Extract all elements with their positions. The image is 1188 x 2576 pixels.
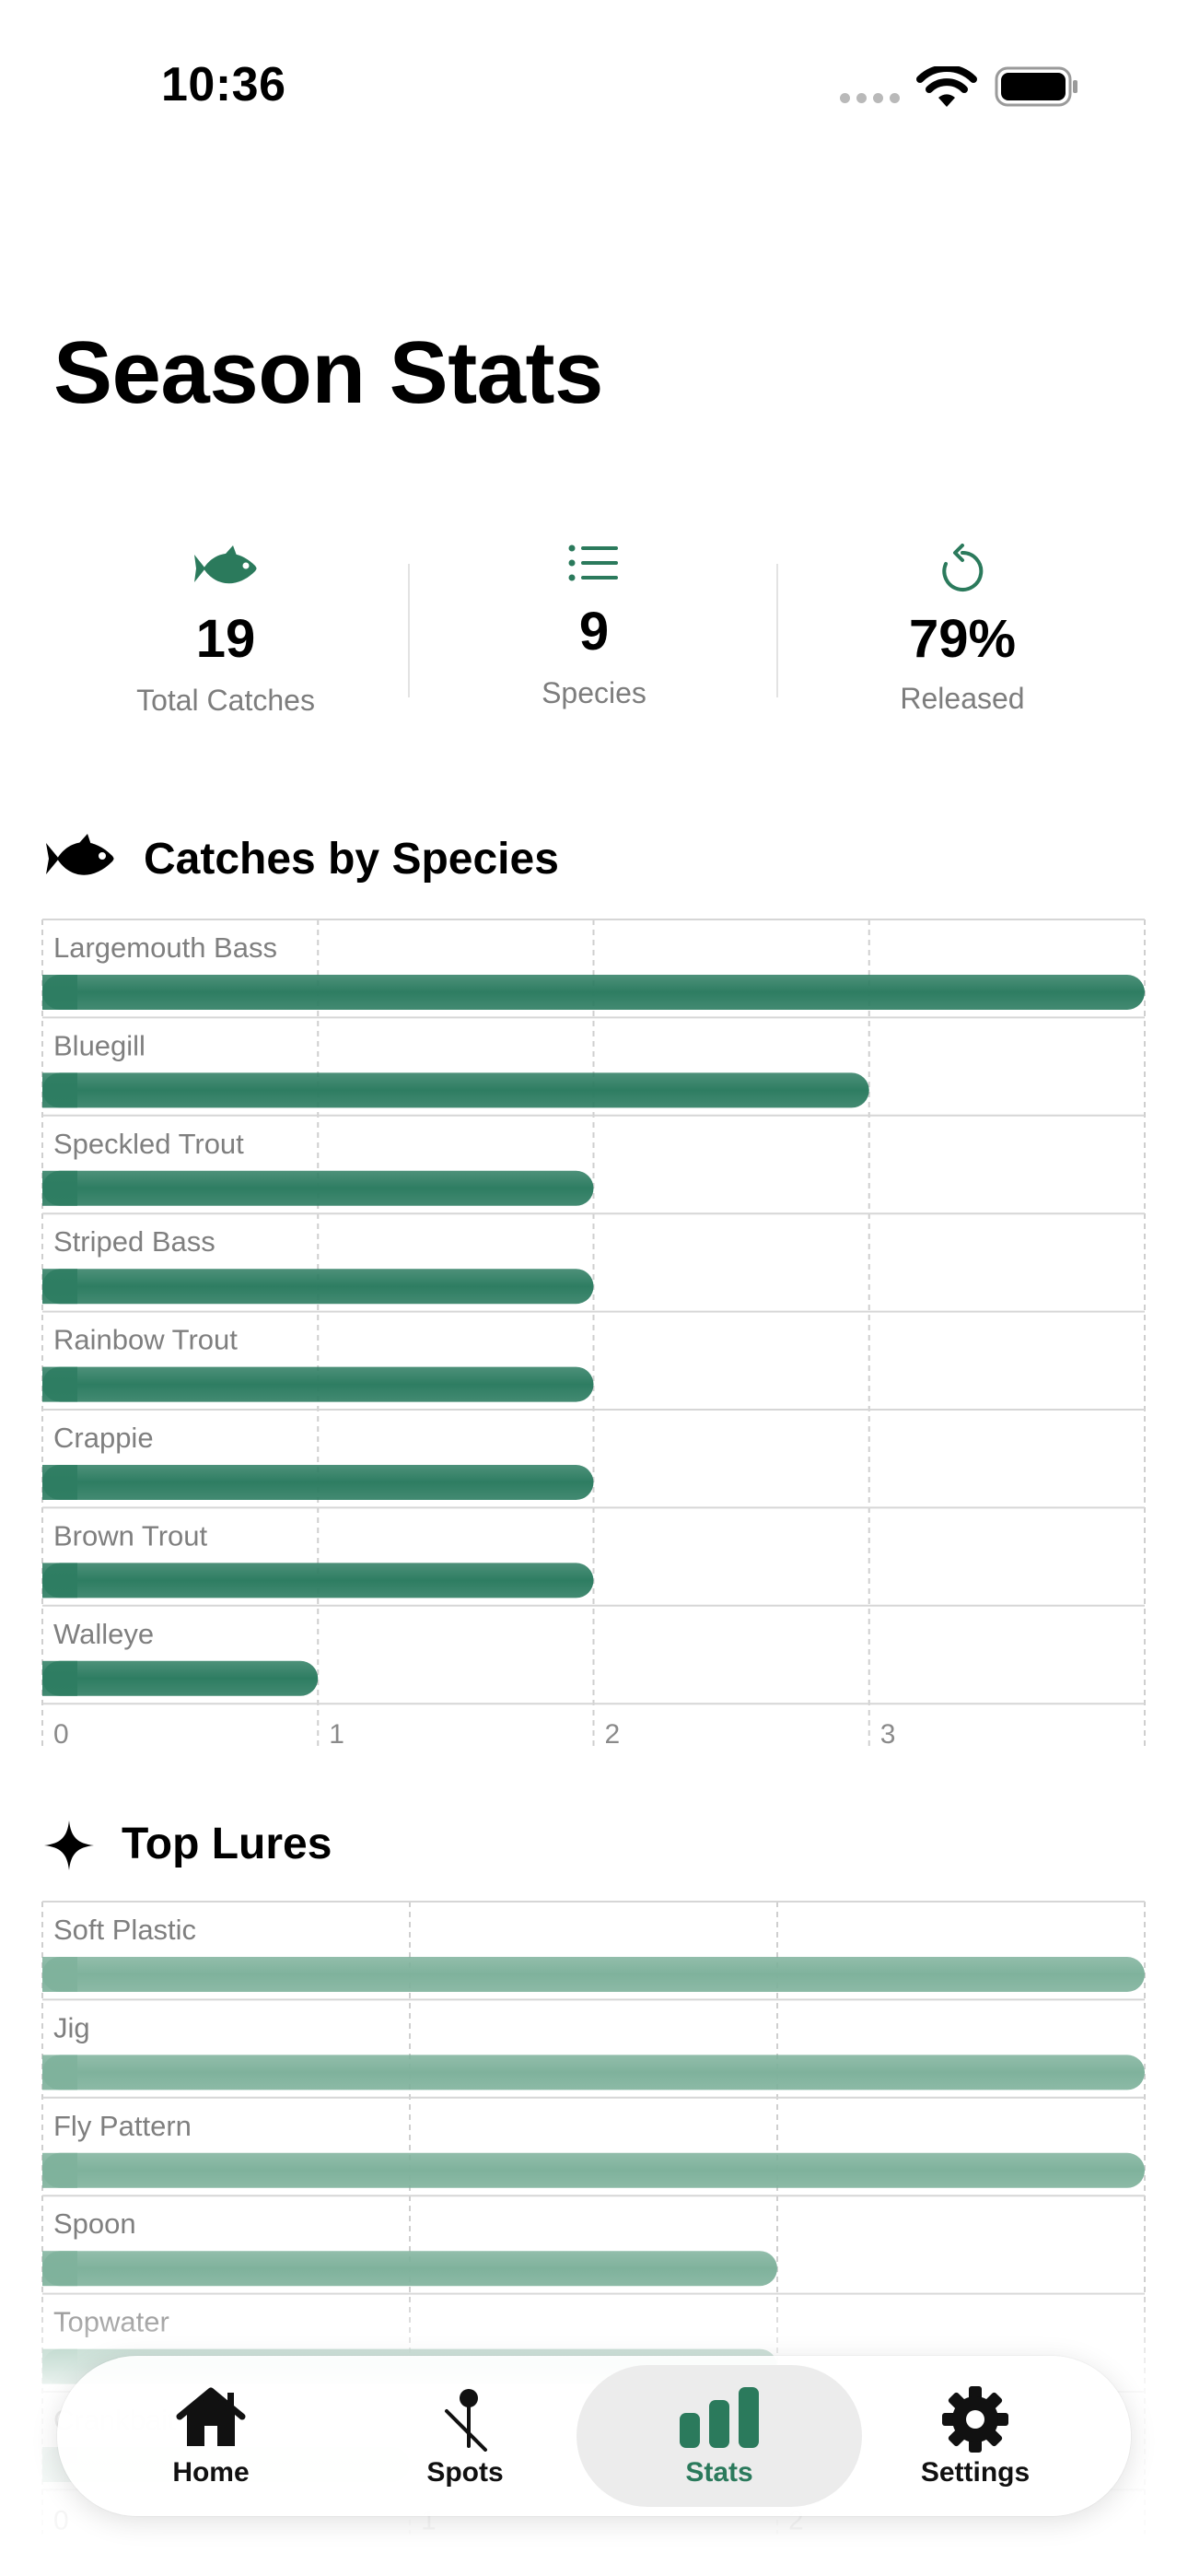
category-label: Fly Pattern: [53, 2110, 192, 2142]
category-label: Crappie: [53, 1422, 154, 1454]
stat-value: 79%: [908, 609, 1017, 669]
chart-bar-icon: [680, 2387, 759, 2448]
fish-icon: [194, 545, 257, 584]
bar: [42, 2251, 777, 2287]
bar-edge: [42, 2251, 77, 2287]
stat-total-catches: 19 Total Catches: [41, 534, 410, 737]
bar-edge: [42, 1269, 77, 1305]
tab-label: Spots: [426, 2457, 504, 2488]
page-title: Season Stats: [53, 323, 603, 422]
tab-home[interactable]: Home: [68, 2365, 354, 2507]
fish-icon: [46, 834, 114, 875]
stat-species: 9 Species: [410, 534, 778, 737]
category-label: Bluegill: [53, 1029, 146, 1061]
bar: [42, 1563, 594, 1598]
bar-edge: [42, 975, 77, 1010]
category-label: Striped Bass: [53, 1225, 215, 1258]
bar: [42, 1072, 869, 1108]
bar-edge: [42, 1170, 77, 1206]
tab-settings[interactable]: Settings: [833, 2365, 1118, 2507]
stat-released: 79% Released: [778, 534, 1147, 737]
bar-edge: [42, 2152, 77, 2188]
species-chart-svg: Largemouth Bass Bluegill Speckled Trout Str…: [41, 919, 1146, 1750]
bar-edge: [42, 1957, 77, 1992]
pin-icon: [445, 2389, 487, 2452]
signal-dots-icon: [840, 93, 900, 103]
x-tick-label: 1: [329, 1719, 344, 1750]
species-chart: Largemouth Bass Bluegill Speckled Trout Str…: [41, 919, 1146, 1750]
x-tick-label: 3: [880, 1719, 896, 1750]
category-label: Jig: [53, 2011, 90, 2043]
stat-label: Total Catches: [136, 684, 315, 717]
list-icon: [568, 544, 618, 581]
stat-value: 9: [578, 602, 610, 662]
bar: [42, 1269, 594, 1305]
section-title: Catches by Species: [144, 835, 559, 884]
category-label: Soft Plastic: [53, 1914, 196, 1946]
x-tick-label: 0: [53, 1719, 69, 1750]
tab-label: Stats: [685, 2457, 753, 2488]
house-icon: [176, 2387, 246, 2446]
section-title: Top Lures: [122, 1820, 332, 1868]
category-label: Walleye: [53, 1618, 154, 1650]
category-label: Speckled Trout: [53, 1128, 244, 1160]
bar: [42, 1170, 594, 1206]
battery-icon: [995, 66, 1077, 107]
tab-bar: Home Spots Stats Settings: [57, 2356, 1131, 2516]
bar: [42, 1660, 319, 1696]
sparkle-icon: [44, 1821, 94, 1870]
bar: [42, 1957, 1145, 1992]
bar: [42, 2055, 1145, 2090]
tab-label: Settings: [920, 2457, 1031, 2488]
wifi-icon: [916, 66, 977, 107]
bar-edge: [42, 1072, 77, 1108]
category-label: Brown Trout: [53, 1519, 208, 1551]
tab-stats[interactable]: Stats: [577, 2365, 862, 2507]
bar-edge: [42, 1366, 77, 1402]
x-tick-label: 2: [605, 1719, 621, 1750]
bar-edge: [42, 1465, 77, 1500]
bar: [42, 1465, 594, 1500]
status-time: 10:36: [161, 58, 286, 111]
category-label: Largemouth Bass: [53, 931, 277, 964]
bar-edge: [42, 2055, 77, 2090]
status-bar: 10:36: [0, 0, 1188, 166]
stat-label: Released: [900, 682, 1025, 715]
section-header-lures: Top Lures: [44, 1808, 505, 1881]
summary-stats: 19 Total Catches 9 Species 79% Released: [41, 534, 1147, 737]
bar-edge: [42, 1660, 77, 1696]
bar: [42, 2152, 1145, 2188]
refresh-icon: [942, 544, 984, 591]
category-label: Spoon: [53, 2207, 136, 2240]
category-label: Rainbow Trout: [53, 1324, 238, 1356]
tab-spots[interactable]: Spots: [322, 2365, 608, 2507]
bar: [42, 1366, 594, 1402]
bar: [42, 975, 1145, 1010]
stat-label: Species: [542, 676, 646, 709]
gear-icon: [942, 2386, 1008, 2453]
section-header-species: Catches by Species: [44, 825, 689, 898]
stat-value: 19: [195, 609, 256, 669]
bar-edge: [42, 1563, 77, 1598]
tab-label: Home: [172, 2457, 250, 2488]
